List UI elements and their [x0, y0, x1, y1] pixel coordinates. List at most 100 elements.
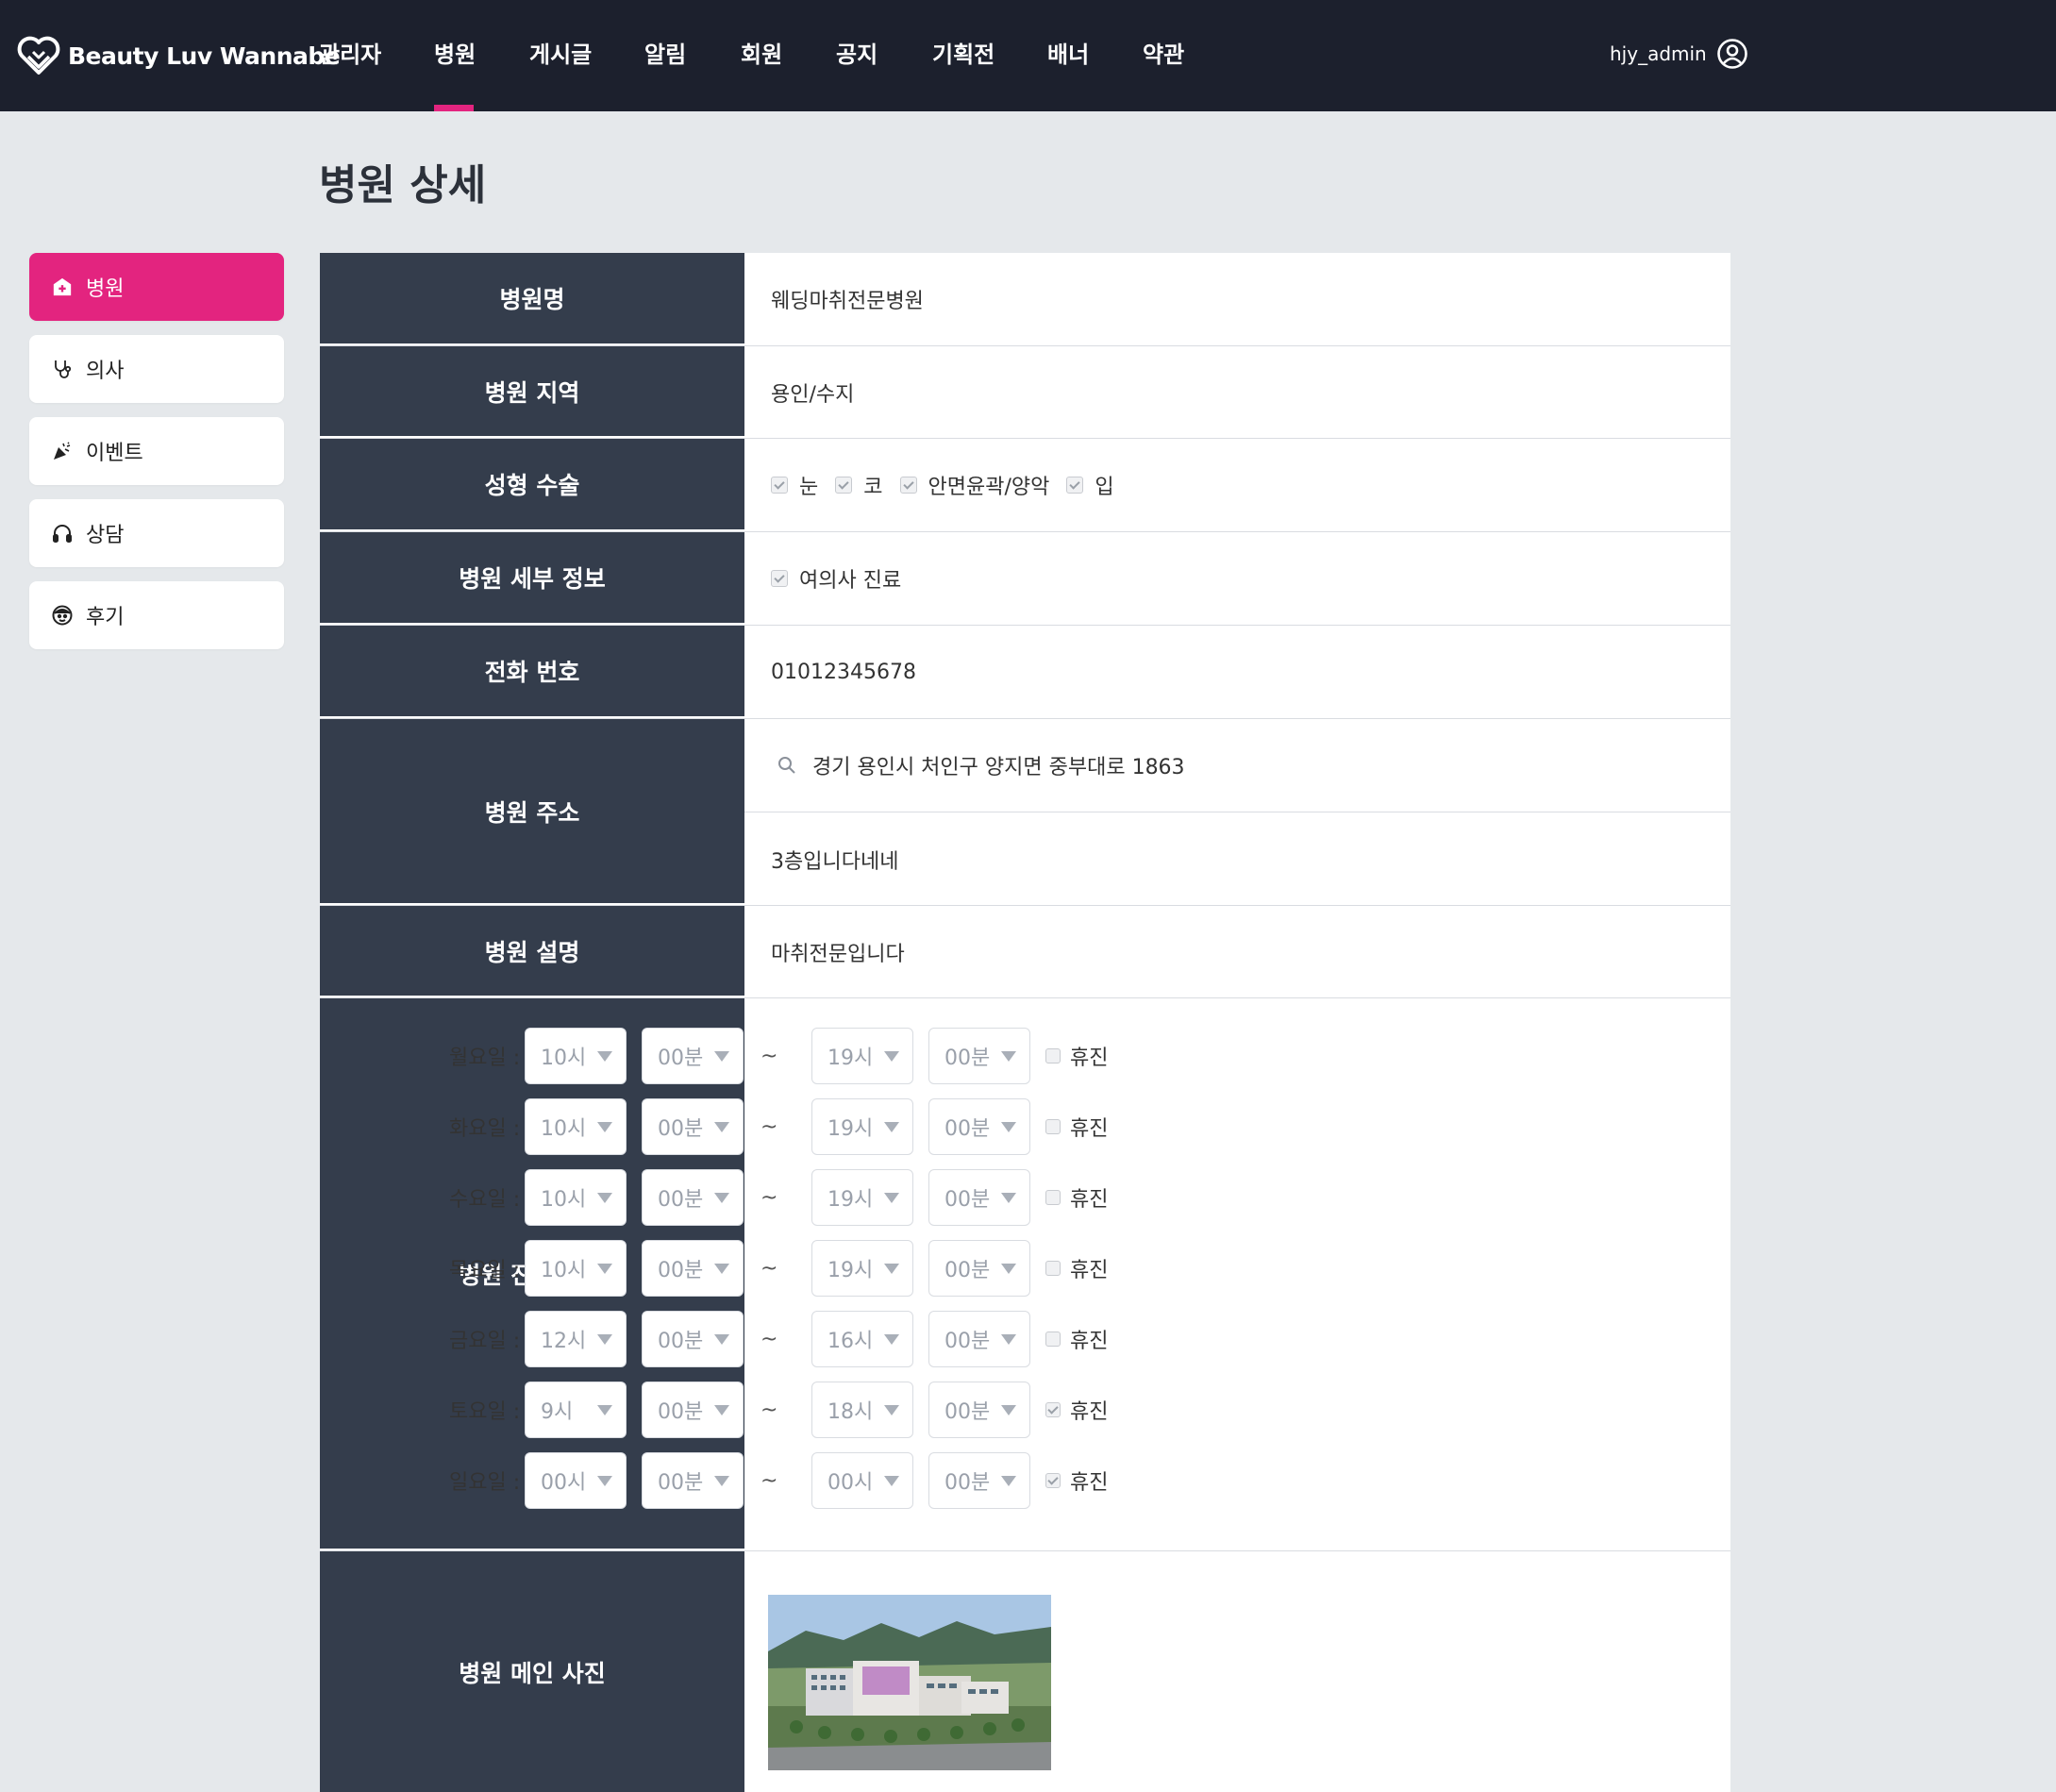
- hours-row: 목요일 : 10시 00분 ~19시 00분 휴진: [449, 1239, 1108, 1298]
- chevron-down-icon: [884, 1333, 899, 1345]
- chevron-down-icon: [1001, 1121, 1016, 1132]
- checkbox-box[interactable]: [1045, 1402, 1061, 1417]
- close-minute-select[interactable]: 00분: [928, 1311, 1030, 1367]
- day-label: 월요일 :: [449, 1047, 521, 1070]
- checkbox-box[interactable]: [1045, 1119, 1061, 1134]
- nav-item-promotion[interactable]: 기획전: [932, 36, 995, 69]
- open-minute-select[interactable]: 00분: [642, 1169, 744, 1226]
- row-region: 병원 지역 용인/수지: [320, 346, 1730, 439]
- holiday-label: 휴진: [1070, 1047, 1109, 1070]
- close-minute-select[interactable]: 00분: [928, 1028, 1030, 1084]
- checkbox-box[interactable]: [1045, 1048, 1061, 1063]
- nav-item-hospital[interactable]: 병원: [434, 36, 476, 69]
- nav-item-notice[interactable]: 공지: [836, 36, 878, 69]
- nav-item-members[interactable]: 회원: [741, 36, 782, 69]
- label-detail-info: 병원 세부 정보: [320, 532, 744, 625]
- checkbox-box[interactable]: [899, 477, 917, 494]
- select-value: 19시: [827, 1047, 874, 1070]
- close-minute-select[interactable]: 00분: [928, 1169, 1030, 1226]
- holiday-checkbox[interactable]: 휴진: [1045, 1324, 1108, 1354]
- chevron-down-icon: [597, 1121, 612, 1132]
- holiday-checkbox[interactable]: 휴진: [1045, 1112, 1108, 1142]
- open-minute-select[interactable]: 00분: [642, 1028, 744, 1084]
- checkbox-box[interactable]: [771, 477, 788, 494]
- close-hour-select[interactable]: 18시: [811, 1382, 913, 1438]
- select-value: 00분: [944, 1471, 991, 1495]
- close-minute-select[interactable]: 00분: [928, 1382, 1030, 1438]
- address-main: 경기 용인시 처인구 양지면 중부대로 1863: [812, 756, 1185, 779]
- open-hour-select[interactable]: 10시: [525, 1169, 627, 1226]
- hours-row: 화요일 : 10시 00분 ~19시 00분 휴진: [449, 1097, 1108, 1156]
- sidebar-item-doctor[interactable]: 의사: [29, 335, 284, 403]
- select-value: 00분: [658, 1471, 704, 1495]
- close-hour-select[interactable]: 19시: [811, 1098, 913, 1155]
- close-minute-select[interactable]: 00분: [928, 1098, 1030, 1155]
- open-minute-select[interactable]: 00분: [642, 1452, 744, 1509]
- checkbox-box[interactable]: [1045, 1190, 1061, 1205]
- checkbox-box[interactable]: [835, 477, 853, 494]
- sidebar-item-consultation[interactable]: 상담: [29, 499, 284, 567]
- sidebar-item-event[interactable]: 이벤트: [29, 417, 284, 485]
- day-label: 토요일 :: [449, 1400, 521, 1424]
- checkbox-box[interactable]: [1045, 1473, 1061, 1488]
- value-phone: 01012345678: [771, 660, 916, 684]
- checkbox-nose[interactable]: 코: [835, 470, 883, 500]
- nav-item-posts[interactable]: 게시글: [529, 36, 592, 69]
- checkbox-eye[interactable]: 눈: [771, 470, 818, 500]
- holiday-checkbox[interactable]: 휴진: [1045, 1253, 1108, 1283]
- address-search-field[interactable]: 경기 용인시 처인구 양지면 중부대로 1863: [744, 719, 1730, 812]
- sidebar-item-hospital[interactable]: 병원: [29, 253, 284, 321]
- day-label: 화요일 :: [449, 1117, 521, 1141]
- holiday-checkbox[interactable]: 휴진: [1045, 1182, 1108, 1213]
- nav-item-terms[interactable]: 약관: [1143, 36, 1184, 69]
- open-minute-select[interactable]: 00분: [642, 1382, 744, 1438]
- address-detail-field[interactable]: 3층입니다네네: [744, 812, 1730, 906]
- open-hour-select[interactable]: 10시: [525, 1240, 627, 1297]
- user-menu[interactable]: hjy_admin: [1610, 38, 1748, 70]
- checkbox-box[interactable]: [1045, 1261, 1061, 1276]
- range-separator: ~: [761, 1256, 778, 1281]
- close-minute-select[interactable]: 00분: [928, 1240, 1030, 1297]
- hospital-main-photo[interactable]: [768, 1585, 1051, 1770]
- close-hour-select[interactable]: 16시: [811, 1311, 913, 1367]
- nav-item-admin[interactable]: 관리자: [319, 36, 381, 69]
- hours-row: 일요일 : 00시 00분 ~00시 00분 휴진: [449, 1451, 1108, 1510]
- close-hour-select[interactable]: 19시: [811, 1240, 913, 1297]
- heart-logo-icon: [17, 36, 60, 75]
- close-hour-select[interactable]: 19시: [811, 1028, 913, 1084]
- holiday-checkbox[interactable]: 휴진: [1045, 1395, 1108, 1425]
- brand-logo[interactable]: Beauty Luv Wannabe: [17, 34, 341, 77]
- nav-item-banner[interactable]: 배너: [1047, 36, 1089, 69]
- hours-row: 토요일 : 9시 00분 ~18시 00분 휴진: [449, 1381, 1108, 1439]
- close-minute-select[interactable]: 00분: [928, 1452, 1030, 1509]
- sidebar-item-review[interactable]: 후기: [29, 581, 284, 649]
- select-value: 18시: [827, 1400, 874, 1424]
- close-hour-select[interactable]: 00시: [811, 1452, 913, 1509]
- checkbox-mouth[interactable]: 입: [1066, 470, 1114, 500]
- checkbox-female-doctor[interactable]: 여의사 진료: [771, 563, 901, 594]
- open-minute-select[interactable]: 00분: [642, 1098, 744, 1155]
- checkbox-facial-contour[interactable]: 안면윤곽/양악: [899, 470, 1049, 500]
- hospital-detail-table: 병원명 웨딩마취전문병원 병원 지역 용인/수지 성형 수술 눈 코 안면윤곽/…: [320, 253, 1730, 1792]
- party-popper-icon: [50, 439, 75, 463]
- open-hour-select[interactable]: 10시: [525, 1028, 627, 1084]
- hospital-building-image: [768, 1585, 1051, 1770]
- day-label: 목요일 :: [449, 1259, 521, 1282]
- open-hour-select[interactable]: 9시: [525, 1382, 627, 1438]
- open-hour-select[interactable]: 10시: [525, 1098, 627, 1155]
- label-address: 병원 주소: [320, 719, 744, 905]
- open-hour-select[interactable]: 00시: [525, 1452, 627, 1509]
- checkbox-box[interactable]: [771, 570, 788, 587]
- holiday-label: 휴진: [1070, 1471, 1109, 1495]
- checkbox-box[interactable]: [1066, 477, 1084, 494]
- open-minute-select[interactable]: 00분: [642, 1240, 744, 1297]
- close-hour-select[interactable]: 19시: [811, 1169, 913, 1226]
- holiday-checkbox[interactable]: 휴진: [1045, 1465, 1108, 1496]
- holiday-checkbox[interactable]: 휴진: [1045, 1041, 1108, 1071]
- open-hour-select[interactable]: 12시: [525, 1311, 627, 1367]
- checkbox-box[interactable]: [1045, 1331, 1061, 1347]
- open-minute-select[interactable]: 00분: [642, 1311, 744, 1367]
- chevron-down-icon: [714, 1192, 729, 1203]
- nav-item-notifications[interactable]: 알림: [644, 36, 686, 69]
- day-label: 일요일 :: [449, 1471, 521, 1495]
